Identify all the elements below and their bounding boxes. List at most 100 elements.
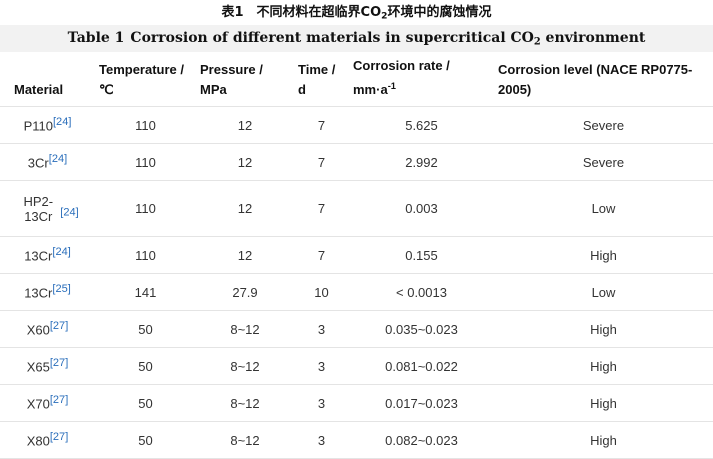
cell-time: 7 [294,106,349,144]
material-name: P110 [23,118,53,134]
header-corrosion-level: Corrosion level (NACE RP0775-2005) [494,52,713,107]
cell-time: 3 [294,384,349,422]
cell-pressure: 12 [196,143,294,181]
cell-pressure: 12 [196,106,294,144]
header-material: Material [0,52,95,107]
cell-rate: 0.081~0.022 [349,347,494,385]
cell-temperature: 141 [95,273,196,311]
table-row: 3Cr[24] 110 12 7 2.992 Severe [0,143,713,181]
cell-time: 7 [294,143,349,181]
cell-material: X70[27] [0,384,95,422]
cell-material: X80[27] [0,421,95,459]
header-row: Material Temperature / ℃ Pressure / MPa … [0,52,713,107]
material-name: HP2-13Cr [23,193,54,224]
reference-link[interactable]: [27] [50,357,68,369]
cell-pressure: 8~12 [196,347,294,385]
table-row: X60[27] 50 8~12 3 0.035~0.023 High [0,310,713,348]
table-row: X70[27] 50 8~12 3 0.017~0.023 High [0,384,713,422]
header-pressure: Pressure / MPa [196,52,294,107]
material-name: 13Cr [24,248,53,264]
cell-level: High [494,347,713,385]
cell-temperature: 50 [95,347,196,385]
cell-temperature: 110 [95,180,196,237]
cell-rate: 0.017~0.023 [349,384,494,422]
header-temperature: Temperature / ℃ [95,52,196,107]
table-row: X65[27] 50 8~12 3 0.081~0.022 High [0,347,713,385]
table-caption-english: Table 1 Corrosion of different materials … [0,25,713,52]
cell-pressure: 12 [196,236,294,274]
table-header: Material Temperature / ℃ Pressure / MPa … [0,52,713,107]
table-row: 13Cr[25] 141 27.9 10 < 0.0013 Low [0,273,713,311]
table-row: HP2-13Cr [24] 110 12 7 0.003 Low [0,180,713,237]
cell-time: 3 [294,347,349,385]
header-corrosion-rate: Corrosion rate / mm·a-1 [349,52,494,107]
cell-level: High [494,236,713,274]
header-rate-text: Corrosion rate / mm·a [353,57,450,97]
reference-link[interactable]: [24] [52,246,70,258]
caption-en-text-end: environment [540,30,646,46]
cell-time: 10 [294,273,349,311]
table-body: P110[24] 110 12 7 5.625 Severe 3Cr[24] 110 12 7 2.… [0,106,713,459]
reference-link[interactable]: [24] [53,116,71,128]
cell-material: HP2-13Cr [24] [0,180,95,237]
material-name: X65 [26,359,50,375]
cell-pressure: 12 [196,180,294,237]
cell-time: 7 [294,236,349,274]
material-name: X70 [26,396,50,412]
caption-en-label: Table 1 [67,30,125,46]
cell-time: 7 [294,180,349,237]
reference-link[interactable]: [27] [50,394,68,406]
cell-temperature: 110 [95,143,196,181]
cell-rate: 2.992 [349,143,494,181]
reference-link[interactable]: [27] [50,320,68,332]
header-rate-superscript: -1 [387,80,396,91]
caption-en-subscript: 2 [533,36,541,48]
material-name: 13Cr [24,285,53,301]
material-name: X80 [26,433,50,449]
cell-rate: 0.035~0.023 [349,310,494,348]
reference-link[interactable]: [24] [49,153,67,165]
table-row: P110[24] 110 12 7 5.625 Severe [0,106,713,144]
corrosion-table: Material Temperature / ℃ Pressure / MPa … [0,52,713,459]
material-name: X60 [26,322,50,338]
cell-pressure: 8~12 [196,310,294,348]
cell-temperature: 110 [95,106,196,144]
cell-level: Severe [494,143,713,181]
cell-material: X60[27] [0,310,95,348]
cell-temperature: 110 [95,236,196,274]
table-row: 13Cr[24] 110 12 7 0.155 High [0,236,713,274]
cell-temperature: 50 [95,310,196,348]
caption-zh-text: 表1 不同材料在超临界CO [221,5,382,20]
reference-link[interactable]: [25] [52,283,70,295]
cell-level: High [494,421,713,459]
cell-level: Severe [494,106,713,144]
cell-level: High [494,310,713,348]
material-name: 3Cr [27,155,49,171]
cell-rate: 5.625 [349,106,494,144]
cell-material: 3Cr[24] [0,143,95,181]
cell-material: X65[27] [0,347,95,385]
cell-material: 13Cr[25] [0,273,95,311]
cell-temperature: 50 [95,384,196,422]
cell-pressure: 8~12 [196,421,294,459]
cell-time: 3 [294,421,349,459]
cell-level: High [494,384,713,422]
caption-zh-text-end: 环境中的腐蚀情况 [387,5,492,20]
cell-level: Low [494,180,713,237]
cell-temperature: 50 [95,421,196,459]
cell-material: 13Cr[24] [0,236,95,274]
cell-rate: 0.082~0.023 [349,421,494,459]
cell-rate: < 0.0013 [349,273,494,311]
reference-link[interactable]: [24] [60,206,78,218]
cell-rate: 0.155 [349,236,494,274]
caption-en-text: Corrosion of different materials in supe… [130,30,534,46]
cell-pressure: 27.9 [196,273,294,311]
table-row: X80[27] 50 8~12 3 0.082~0.023 High [0,421,713,459]
cell-material: P110[24] [0,106,95,144]
cell-pressure: 8~12 [196,384,294,422]
cell-time: 3 [294,310,349,348]
reference-link[interactable]: [27] [50,431,68,443]
header-time: Time / d [294,52,349,107]
cell-level: Low [494,273,713,311]
cell-rate: 0.003 [349,180,494,237]
